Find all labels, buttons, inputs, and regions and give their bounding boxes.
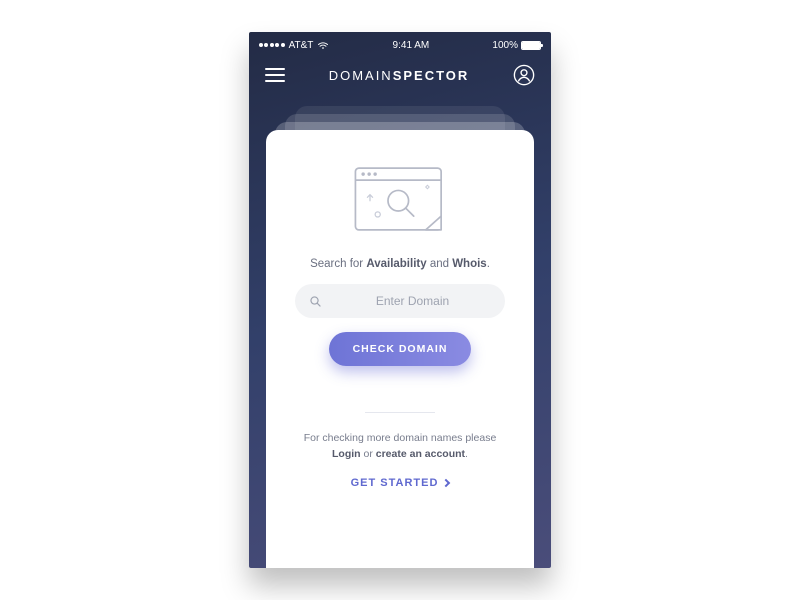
app-title: DOMAINSPECTOR [329,68,470,83]
domain-input[interactable] [334,294,491,308]
battery-icon [521,41,541,50]
search-icon [309,295,322,308]
browser-search-illustration-icon [340,156,460,242]
footer-text: For checking more domain names please Lo… [304,431,497,463]
cards-stack: Search for Availability and Whois. CHECK… [249,106,551,568]
title-thin: DOMAIN [329,68,393,83]
signal-dots-icon [259,43,285,47]
status-time: 9:41 AM [393,40,430,51]
profile-icon[interactable] [513,64,535,86]
app-header: DOMAINSPECTOR [249,54,551,100]
status-bar: AT&T 9:41 AM 100% [249,36,551,54]
title-bold: SPECTOR [393,68,470,83]
chevron-right-icon [442,478,450,486]
status-left: AT&T [259,40,329,51]
wifi-icon [317,41,329,50]
check-domain-button[interactable]: CHECK DOMAIN [329,332,472,366]
carrier-label: AT&T [289,40,314,51]
main-card: Search for Availability and Whois. CHECK… [266,130,534,568]
get-started-button[interactable]: GET STARTED [351,477,450,489]
phone-frame: AT&T 9:41 AM 100% DOMAINSPECTOR [249,32,551,568]
menu-icon[interactable] [265,68,285,82]
battery-percent: 100% [492,40,518,51]
domain-search-box[interactable] [295,284,505,318]
status-right: 100% [492,40,541,51]
tagline: Search for Availability and Whois. [310,258,490,270]
divider [365,412,435,413]
